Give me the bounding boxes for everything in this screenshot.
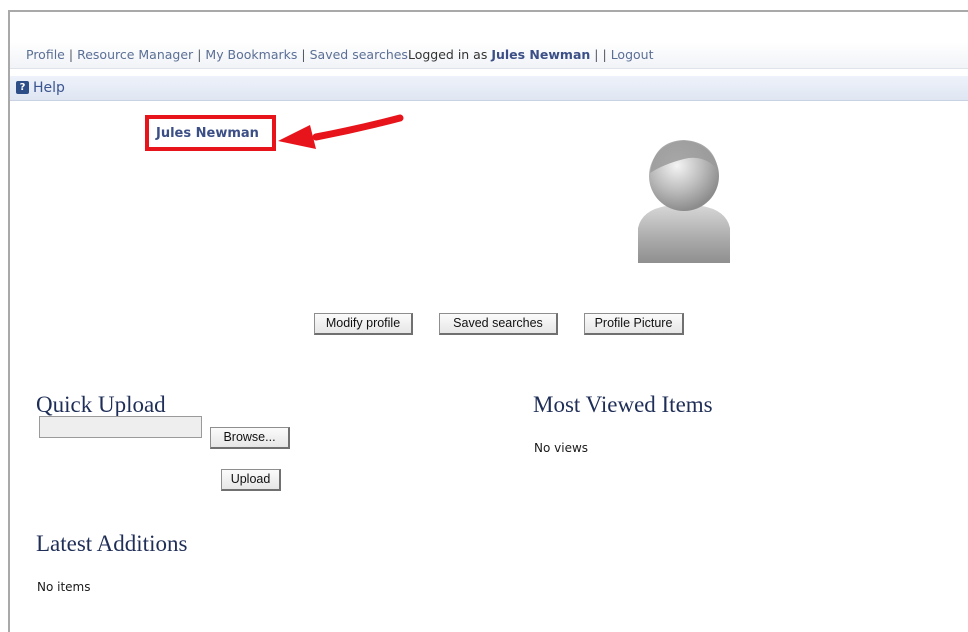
logged-in-label: Logged in as [407, 47, 492, 62]
nav-link-my-bookmarks[interactable]: My Bookmarks [205, 47, 297, 62]
most-viewed-empty-text: No views [534, 441, 589, 455]
upload-file-path-input[interactable] [39, 416, 202, 438]
help-question-icon[interactable]: ? [16, 81, 29, 94]
nav-separator: | [197, 47, 202, 62]
modify-profile-button[interactable]: Modify profile [314, 313, 413, 335]
quick-upload-title: Quick Upload [36, 392, 166, 417]
saved-searches-button[interactable]: Saved searches [439, 313, 558, 335]
default-user-avatar-icon[interactable] [624, 126, 744, 271]
help-bar: ? Help [10, 76, 968, 101]
nav-link-saved-searches[interactable]: Saved searches [310, 47, 408, 62]
nav-separator-trailing: | | [594, 47, 607, 62]
nav-link-resource-manager[interactable]: Resource Manager [77, 47, 193, 62]
help-link[interactable]: Help [33, 78, 65, 98]
nav-link-logout[interactable]: Logout [611, 47, 654, 62]
nav-link-profile[interactable]: Profile [26, 47, 65, 62]
latest-additions-title: Latest Additions [36, 531, 188, 556]
logged-in-username: Jules Newman [491, 47, 591, 62]
profile-picture-button[interactable]: Profile Picture [584, 313, 684, 335]
red-arrow-annotation-icon [278, 114, 404, 149]
nav-separator: | [301, 47, 306, 62]
profile-name-highlight: Jules Newman [145, 115, 276, 151]
upload-button[interactable]: Upload [221, 469, 281, 491]
top-navigation-bar: Profile | Resource Manager | My Bookmarks | Sa… [10, 42, 968, 69]
latest-additions-empty-text: No items [37, 580, 91, 594]
nav-separator: | [68, 47, 74, 62]
profile-name-link[interactable]: Jules Newman [156, 124, 259, 144]
browse-button[interactable]: Browse... [210, 427, 290, 449]
most-viewed-title: Most Viewed Items [533, 392, 713, 417]
